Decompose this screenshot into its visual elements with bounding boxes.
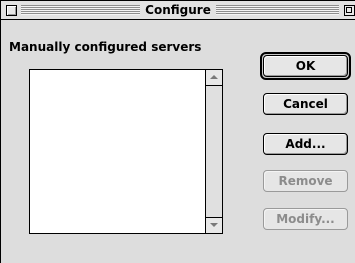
modify-button: Modify... [263, 208, 348, 230]
arrow-up-icon [210, 75, 218, 79]
vertical-scrollbar[interactable] [205, 70, 222, 233]
remove-button: Remove [263, 170, 348, 192]
cancel-button[interactable]: Cancel [263, 93, 348, 115]
scroll-up-button[interactable] [206, 70, 222, 86]
scroll-down-button[interactable] [206, 217, 222, 233]
servers-list[interactable] [29, 69, 223, 234]
zoom-box-icon[interactable] [344, 5, 355, 16]
servers-list-content[interactable] [30, 70, 206, 233]
arrow-down-icon [210, 223, 218, 227]
list-label: Manually configured servers [9, 40, 202, 54]
title-bar[interactable]: Configure [1, 1, 355, 20]
add-button[interactable]: Add... [263, 133, 348, 155]
configure-window: Configure Manually configured servers OK… [0, 0, 355, 263]
ok-button[interactable]: OK [263, 55, 348, 77]
window-title: Configure [1, 2, 355, 18]
